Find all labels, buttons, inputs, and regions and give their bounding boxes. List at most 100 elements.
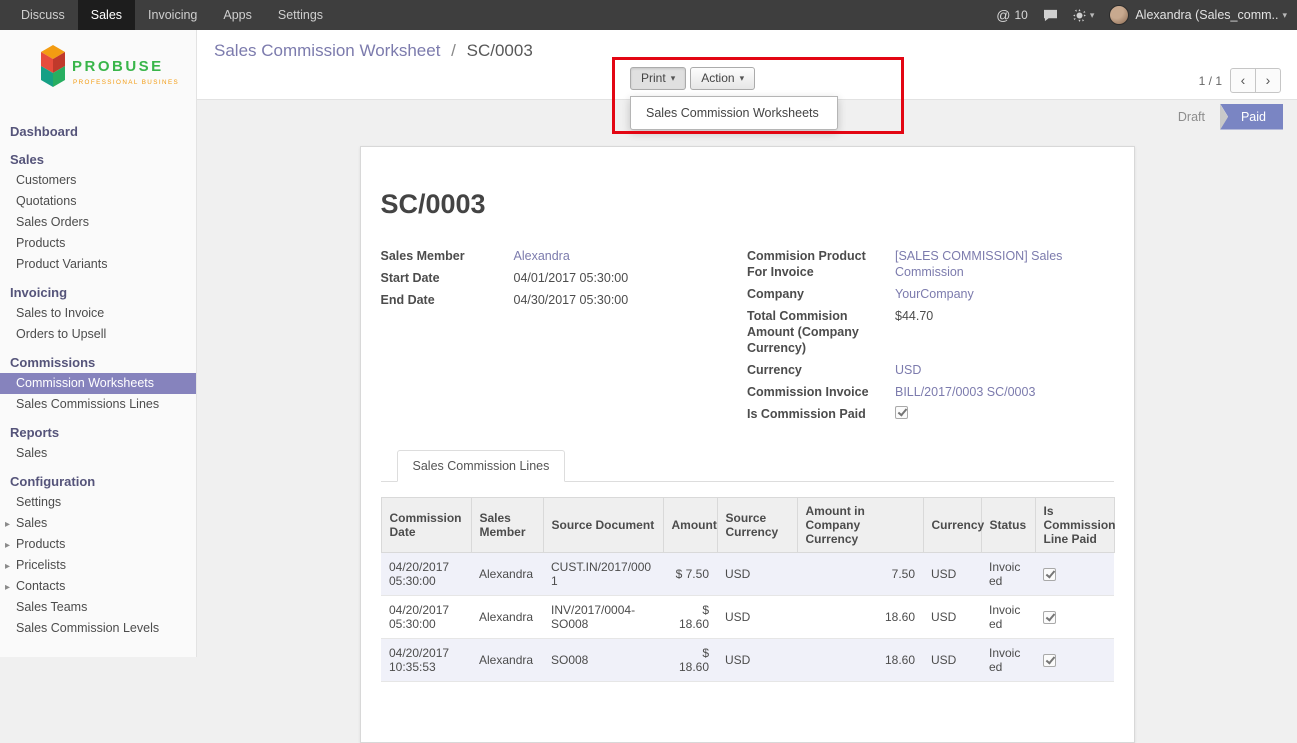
sidebar-section-reports[interactable]: Reports xyxy=(0,422,196,443)
breadcrumb-parent[interactable]: Sales Commission Worksheet xyxy=(214,41,440,60)
sidebar-item-dashboard[interactable]: Dashboard xyxy=(0,121,196,142)
cell-amount: $ 7.50 xyxy=(663,553,717,596)
sidebar-item-contacts[interactable]: Contacts xyxy=(0,576,196,597)
line-paid-checkbox xyxy=(1043,611,1056,624)
field-currency: Currency USD xyxy=(747,362,1114,378)
action-buttons: Print ▾ Action ▾ xyxy=(630,67,755,90)
cell-amount-company: 18.60 xyxy=(797,596,923,639)
gear-icon xyxy=(1073,9,1086,22)
field-groups: Sales Member Alexandra Start Date 04/01/… xyxy=(381,248,1114,428)
field-label: Sales Member xyxy=(381,248,514,264)
user-menu[interactable]: Alexandra (Sales_comm.. ▾ xyxy=(1109,5,1287,25)
status-state-draft[interactable]: Draft xyxy=(1163,110,1220,124)
cell-amount: $ 18.60 xyxy=(663,639,717,682)
breadcrumb-current: SC/0003 xyxy=(467,41,533,60)
cell-currency: USD xyxy=(923,639,981,682)
sidebar-item-products[interactable]: Products xyxy=(0,233,196,254)
chat-bubble-icon xyxy=(1043,9,1058,22)
field-group-right: Commision Product For Invoice [SALES COM… xyxy=(747,248,1114,428)
sidebar-item-commission-worksheets[interactable]: Commission Worksheets xyxy=(0,373,196,394)
debug-menu[interactable]: ▾ xyxy=(1073,9,1095,22)
line-paid-checkbox xyxy=(1043,568,1056,581)
action-button[interactable]: Action ▾ xyxy=(690,67,755,90)
menu-apps[interactable]: Apps xyxy=(210,0,265,30)
tab-sales-commission-lines[interactable]: Sales Commission Lines xyxy=(397,450,566,482)
table-header-row: Commission Date Sales Member Source Docu… xyxy=(381,498,1114,553)
table-row[interactable]: 04/20/2017 05:30:00 Alexandra CUST.IN/20… xyxy=(381,553,1114,596)
sidebar-item-quotations[interactable]: Quotations xyxy=(0,191,196,212)
line-paid-checkbox xyxy=(1043,654,1056,667)
sidebar-item-sales-orders[interactable]: Sales Orders xyxy=(0,212,196,233)
col-header-amount-company[interactable]: Amount in Company Currency xyxy=(797,498,923,553)
sidebar-item-pricelists[interactable]: Pricelists xyxy=(0,555,196,576)
commission-lines-table: Commission Date Sales Member Source Docu… xyxy=(381,497,1115,682)
col-header-amount[interactable]: Amount xyxy=(663,498,717,553)
sidebar-item-sales-commissions-lines[interactable]: Sales Commissions Lines xyxy=(0,394,196,415)
sales-member-link[interactable]: Alexandra xyxy=(514,248,570,264)
sidebar-item-sales-teams[interactable]: Sales Teams xyxy=(0,597,196,618)
company-logo: PROBUSE PROFESSIONAL BUSINESS xyxy=(0,30,196,114)
menu-discuss[interactable]: Discuss xyxy=(8,0,78,30)
field-is-commission-paid: Is Commission Paid xyxy=(747,406,1114,422)
sidebar-item-reports-sales[interactable]: Sales xyxy=(0,443,196,464)
sidebar-section-configuration[interactable]: Configuration xyxy=(0,471,196,492)
sidebar-item-config-sales[interactable]: Sales xyxy=(0,513,196,534)
print-button[interactable]: Print ▾ xyxy=(630,67,686,90)
sidebar-item-settings[interactable]: Settings xyxy=(0,492,196,513)
col-header-sales-member[interactable]: Sales Member xyxy=(471,498,543,553)
menu-settings[interactable]: Settings xyxy=(265,0,336,30)
currency-link[interactable]: USD xyxy=(895,362,921,378)
at-icon: @ xyxy=(996,7,1010,23)
section-commissions: Commissions Commission Worksheets Sales … xyxy=(0,352,196,415)
logo-subtitle: PROFESSIONAL BUSINESS xyxy=(73,79,179,86)
menu-sales[interactable]: Sales xyxy=(78,0,135,30)
sidebar-section-invoicing[interactable]: Invoicing xyxy=(0,282,196,303)
col-header-currency[interactable]: Currency xyxy=(923,498,981,553)
section-dashboard: Dashboard xyxy=(0,121,196,142)
commission-invoice-link[interactable]: BILL/2017/0003 SC/0003 xyxy=(895,384,1035,400)
section-invoicing: Invoicing Sales to Invoice Orders to Ups… xyxy=(0,282,196,345)
sidebar-item-sales-to-invoice[interactable]: Sales to Invoice xyxy=(0,303,196,324)
sidebar-section-commissions[interactable]: Commissions xyxy=(0,352,196,373)
chevron-down-icon: ▾ xyxy=(1090,10,1095,21)
cell-currency: USD xyxy=(923,553,981,596)
cell-member: Alexandra xyxy=(471,553,543,596)
company-link[interactable]: YourCompany xyxy=(895,286,974,302)
sidebar-item-product-variants[interactable]: Product Variants xyxy=(0,254,196,275)
avatar xyxy=(1109,5,1129,25)
dropdown-item-sales-commission-worksheets[interactable]: Sales Commission Worksheets xyxy=(631,100,837,126)
table-row[interactable]: 04/20/2017 10:35:53 Alexandra SO008 $ 18… xyxy=(381,639,1114,682)
cell-source-currency: USD xyxy=(717,596,797,639)
cell-date: 04/20/2017 05:30:00 xyxy=(381,553,471,596)
field-end-date: End Date 04/30/2017 05:30:00 xyxy=(381,292,748,308)
messages-icon[interactable] xyxy=(1043,9,1058,22)
print-dropdown: Sales Commission Worksheets xyxy=(630,96,838,130)
cell-status: Invoiced xyxy=(981,596,1035,639)
sidebar-section-sales[interactable]: Sales xyxy=(0,149,196,170)
field-label: Is Commission Paid xyxy=(747,406,895,422)
control-panel: Sales Commission Worksheet / SC/0003 Pri… xyxy=(197,30,1297,100)
start-date-value: 04/01/2017 05:30:00 xyxy=(514,270,629,286)
status-state-paid[interactable]: Paid xyxy=(1220,104,1283,130)
sidebar-item-customers[interactable]: Customers xyxy=(0,170,196,191)
pager-next-button[interactable]: › xyxy=(1255,68,1281,93)
col-header-line-paid[interactable]: Is Commission Line Paid xyxy=(1035,498,1114,553)
action-button-label: Action xyxy=(701,71,734,85)
mentions-button[interactable]: @ 10 xyxy=(996,7,1028,23)
sidebar-item-sales-commission-levels[interactable]: Sales Commission Levels xyxy=(0,618,196,639)
sidebar-item-config-products[interactable]: Products xyxy=(0,534,196,555)
end-date-value: 04/30/2017 05:30:00 xyxy=(514,292,629,308)
col-header-source-document[interactable]: Source Document xyxy=(543,498,663,553)
col-header-status[interactable]: Status xyxy=(981,498,1035,553)
cell-currency: USD xyxy=(923,596,981,639)
commission-product-link[interactable]: [SALES COMMISSION] Sales Commission xyxy=(895,248,1070,280)
table-row[interactable]: 04/20/2017 05:30:00 Alexandra INV/2017/0… xyxy=(381,596,1114,639)
col-header-commission-date[interactable]: Commission Date xyxy=(381,498,471,553)
pager-previous-button[interactable]: ‹ xyxy=(1230,68,1256,93)
cell-source-currency: USD xyxy=(717,553,797,596)
sidebar-item-orders-to-upsell[interactable]: Orders to Upsell xyxy=(0,324,196,345)
user-name: Alexandra (Sales_comm.. xyxy=(1135,8,1278,22)
menu-invoicing[interactable]: Invoicing xyxy=(135,0,210,30)
cell-amount-company: 7.50 xyxy=(797,553,923,596)
col-header-source-currency[interactable]: Source Currency xyxy=(717,498,797,553)
